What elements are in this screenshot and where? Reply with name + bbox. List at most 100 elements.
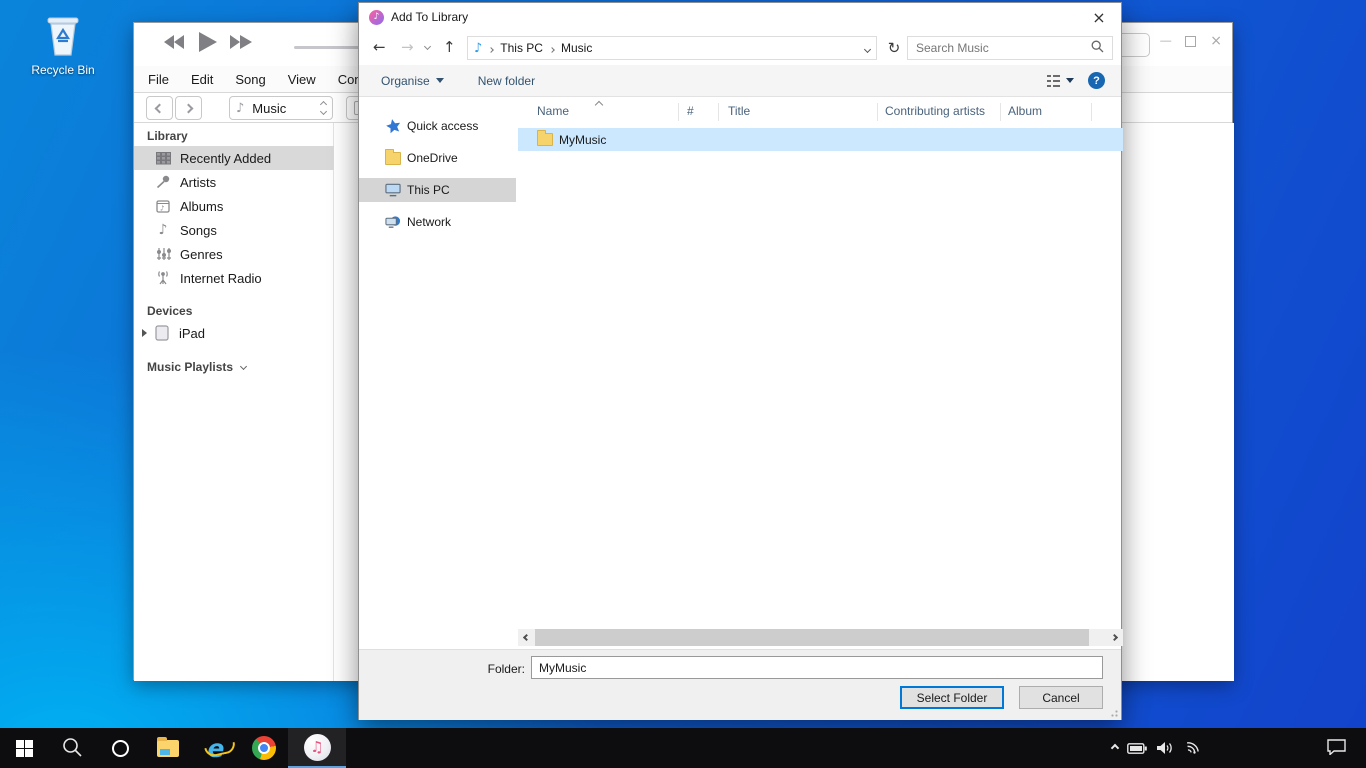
dialog-toolbar: Organise New folder ? <box>359 65 1121 97</box>
play-button[interactable] <box>198 31 218 56</box>
select-folder-button[interactable]: Select Folder <box>900 686 1004 709</box>
itunes-maximize-button[interactable] <box>1185 36 1196 47</box>
menu-edit[interactable]: Edit <box>191 72 213 87</box>
sidebar-item-label: Recently Added <box>180 151 271 166</box>
nav-history-chevron-icon[interactable] <box>424 43 431 50</box>
nav-up-button[interactable]: ↑ <box>443 38 456 56</box>
column-title[interactable]: Title <box>728 104 750 118</box>
itunes-minimize-button[interactable]: — <box>1160 31 1171 51</box>
scroll-left-icon[interactable] <box>518 629 535 646</box>
itunes-close-button[interactable]: × <box>1210 31 1222 51</box>
library-selector-dropdown[interactable]: ♪ Music <box>229 96 333 120</box>
add-to-library-dialog: ♪ Add To Library × ← → ↑ ♪ This PC Music… <box>358 2 1122 720</box>
sidebar-item-genres[interactable]: Genres <box>134 242 334 266</box>
column-album[interactable]: Album <box>1008 104 1042 118</box>
menu-file[interactable]: File <box>148 72 169 87</box>
tray-expand-chevron-icon[interactable] <box>1112 745 1118 751</box>
navpane-item-label: This PC <box>407 183 450 197</box>
sidebar-item-label: Songs <box>180 223 217 238</box>
address-bar[interactable]: ♪ This PC Music <box>467 36 877 60</box>
folder-name-input[interactable]: MyMusic <box>531 656 1103 679</box>
search-input[interactable]: Search Music <box>907 36 1113 60</box>
wifi-icon[interactable] <box>1183 741 1201 755</box>
scrollbar-thumb[interactable] <box>535 629 1089 646</box>
navpane-quick-access[interactable]: Quick access <box>359 114 516 138</box>
organise-button[interactable]: Organise <box>381 74 444 88</box>
start-button[interactable] <box>0 728 48 768</box>
sidebar-item-label: Albums <box>180 199 223 214</box>
search-placeholder: Search Music <box>916 41 989 55</box>
internet-explorer-button[interactable]: e <box>192 728 240 768</box>
folder-icon <box>537 133 553 146</box>
sidebar-item-internet-radio[interactable]: Internet Radio <box>134 266 334 290</box>
volume-icon[interactable] <box>1156 741 1174 755</box>
search-icon[interactable] <box>1091 40 1104 56</box>
column-contributing-artists[interactable]: Contributing artists <box>885 104 985 118</box>
sidebar-item-artists[interactable]: Artists <box>134 170 334 194</box>
ipad-icon <box>153 325 171 341</box>
navpane-item-label: Network <box>407 215 451 229</box>
column-number[interactable]: # <box>687 104 694 118</box>
sidebar-item-albums[interactable]: ♪ Albums <box>134 194 334 218</box>
view-mode-button[interactable] <box>1047 74 1074 87</box>
file-name: MyMusic <box>559 133 606 147</box>
navpane-onedrive[interactable]: OneDrive <box>359 146 516 170</box>
itunes-taskbar-button[interactable]: ♫ <box>288 728 346 768</box>
recycle-bin-icon <box>18 10 108 61</box>
menu-song[interactable]: Song <box>235 72 265 87</box>
file-row-mymusic[interactable]: MyMusic <box>518 128 1123 151</box>
sidebar-item-label: Internet Radio <box>180 271 262 286</box>
volume-slider[interactable] <box>294 46 366 49</box>
nav-forward-button[interactable]: → <box>401 38 414 56</box>
itunes-icon: ♫ <box>304 734 331 761</box>
fast-forward-button[interactable] <box>230 34 252 53</box>
recycle-bin-desktop-icon[interactable]: Recycle Bin <box>18 10 108 77</box>
help-button[interactable]: ? <box>1088 72 1105 89</box>
dialog-navbar: ← → ↑ ♪ This PC Music ↻ Search Music <box>359 31 1121 65</box>
breadcrumb-music[interactable]: Music <box>561 41 592 55</box>
devices-section-header: Devices <box>134 304 192 318</box>
cancel-button[interactable]: Cancel <box>1019 686 1103 709</box>
nav-back-button[interactable]: ← <box>373 38 386 56</box>
breadcrumb-this-pc[interactable]: This PC <box>500 41 543 55</box>
file-explorer-button[interactable] <box>144 728 192 768</box>
horizontal-scrollbar[interactable] <box>518 629 1123 646</box>
taskbar-search-button[interactable] <box>48 728 96 768</box>
sidebar-item-ipad[interactable]: iPad <box>134 321 334 345</box>
chrome-button[interactable] <box>240 728 288 768</box>
sidebar-item-songs[interactable]: ♪ Songs <box>134 218 334 242</box>
itunes-app-icon: ♪ <box>369 10 384 25</box>
windows-logo-icon <box>16 740 33 757</box>
refresh-button[interactable]: ↻ <box>883 36 905 60</box>
sidebar-item-recently-added[interactable]: Recently Added <box>134 146 334 170</box>
rewind-button[interactable] <box>164 34 186 53</box>
sort-ascending-icon <box>596 97 602 111</box>
expand-arrow-icon[interactable] <box>142 329 147 337</box>
genres-icon <box>154 247 172 261</box>
scroll-right-icon[interactable] <box>1106 629 1123 646</box>
action-center-button[interactable] <box>1312 728 1360 768</box>
chrome-icon <box>252 736 276 760</box>
itunes-back-button[interactable] <box>146 96 173 120</box>
resize-grip[interactable] <box>1108 707 1118 717</box>
dialog-titlebar[interactable]: ♪ Add To Library × <box>359 3 1121 31</box>
battery-icon[interactable] <box>1127 743 1147 754</box>
cortana-button[interactable] <box>96 728 144 768</box>
sidebar-item-label: iPad <box>179 326 205 341</box>
navpane-this-pc[interactable]: This PC <box>359 178 516 202</box>
note-icon: ♪ <box>154 222 172 238</box>
library-section-header: Library <box>134 129 188 143</box>
navpane-network[interactable]: Network <box>359 210 516 234</box>
music-playlists-header[interactable]: Music Playlists <box>134 360 246 374</box>
itunes-transport-controls <box>164 31 252 56</box>
column-name[interactable]: Name <box>537 104 569 118</box>
file-explorer-icon <box>157 740 179 757</box>
new-folder-button[interactable]: New folder <box>478 74 535 88</box>
address-dropdown-chevron-icon[interactable] <box>865 41 870 55</box>
menu-view[interactable]: View <box>288 72 316 87</box>
dialog-body: Quick access OneDrive This PC Network <box>359 97 1121 649</box>
network-icon <box>385 215 401 229</box>
dialog-close-button[interactable]: × <box>1087 8 1111 27</box>
onedrive-folder-icon <box>385 152 401 165</box>
itunes-forward-button[interactable] <box>175 96 202 120</box>
